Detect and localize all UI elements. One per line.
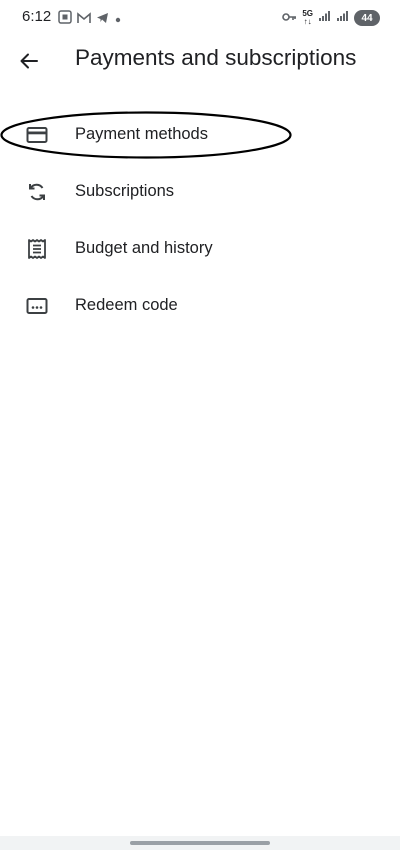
screenshot-icon [58,10,72,29]
arrow-back-icon [20,53,38,69]
menu-item-subscriptions[interactable]: Subscriptions [0,163,400,220]
notification-icons [58,10,122,29]
gesture-navigation-bar [0,836,400,850]
menu-item-label: Payment methods [75,125,208,143]
screen: 6:12 5G ↑↓ 44 Payments and subscriptions… [0,0,400,850]
signal-icon [318,9,331,27]
menu-item-budget-and-history[interactable]: Budget and history [0,220,400,277]
page-title: Payments and subscriptions [75,45,357,70]
menu-item-redeem-code[interactable]: Redeem code [0,277,400,334]
credit-card-icon [24,122,50,148]
status-time: 6:12 [22,8,52,25]
menu-item-label: Budget and history [75,239,213,257]
status-bar: 6:12 5G ↑↓ 44 [0,0,400,36]
menu-item-label: Redeem code [75,296,178,314]
redeem-code-icon [24,293,50,319]
receipt-icon [24,236,50,262]
signal-icon-secondary [336,9,349,27]
back-button[interactable] [14,46,44,76]
battery-icon: 44 [354,10,380,26]
menu-list: Payment methods Subscriptions Budget and… [0,106,400,334]
sync-icon [24,179,50,205]
menu-item-label: Subscriptions [75,182,175,200]
vpn-key-icon [282,9,297,27]
menu-item-payment-methods[interactable]: Payment methods [0,106,400,163]
app-header: Payments and subscriptions [0,36,400,84]
battery-level: 44 [361,12,373,24]
system-icons: 5G ↑↓ 44 [282,9,380,27]
home-gesture-handle[interactable] [130,841,270,845]
network-type-icon: 5G ↑↓ [302,10,313,26]
network-activity-label: ↑↓ [303,17,312,26]
more-notifications-dot-icon [114,11,122,29]
telegram-icon [96,11,109,29]
gmail-icon [77,11,91,29]
